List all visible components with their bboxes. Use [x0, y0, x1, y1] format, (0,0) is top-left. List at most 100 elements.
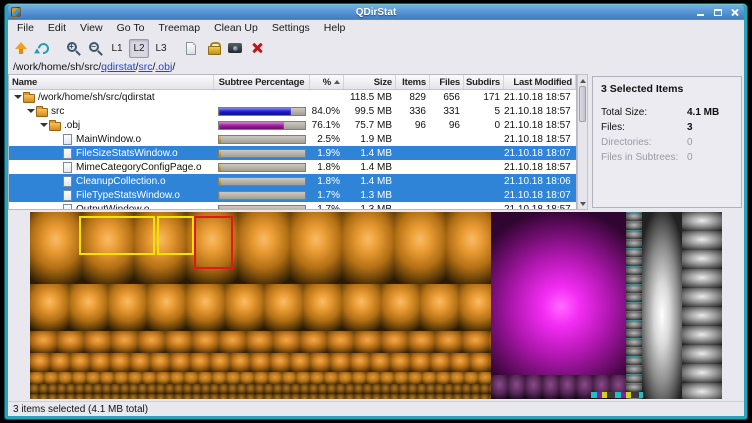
details-field-label: Directories:	[601, 137, 687, 148]
treemap-level-3-button[interactable]: L3	[151, 39, 171, 58]
breadcrumb-link[interactable]: .obj	[155, 61, 172, 73]
table-row[interactable]: OutputWindow.o 1.7% 1.3 MB 21.10.18 18:5…	[9, 202, 576, 209]
treemap-gray-region[interactable]	[626, 212, 722, 399]
column-header-label: Name	[12, 77, 37, 88]
node-icon	[23, 94, 35, 103]
column-header-percent[interactable]: %	[310, 75, 344, 89]
expand-arrow-icon[interactable]	[27, 107, 35, 115]
table-row[interactable]: FileTypeStatsWindow.o 1.7% 1.3 MB 21.10.…	[9, 188, 576, 202]
zoom-out-button[interactable]: −	[85, 39, 105, 58]
cell-modified: 21.10.18 18:06	[504, 176, 576, 187]
cell-items: 96	[396, 120, 430, 131]
delete-button[interactable]	[247, 39, 267, 58]
table-row[interactable]: FileSizeStatsWindow.o 1.9% 1.4 MB 21.10.…	[9, 146, 576, 160]
table-row[interactable]: /work/home/sh/src/qdirstat 118.5 MB 829 …	[9, 90, 576, 104]
menu-go-to[interactable]: Go To	[110, 21, 152, 36]
cell-modified: 21.10.18 18:57	[504, 120, 576, 131]
column-header-files[interactable]: Files	[430, 75, 464, 89]
lock-button[interactable]	[203, 39, 223, 58]
node-icon	[63, 190, 72, 201]
column-header-items[interactable]: Items	[396, 75, 430, 89]
go-up-button[interactable]	[11, 39, 31, 58]
cell-percent: 2.5%	[310, 134, 344, 145]
screenshot-button[interactable]	[225, 39, 245, 58]
column-header-subtree-percentage[interactable]: Subtree Percentage	[214, 75, 310, 89]
table-row[interactable]: .obj 76.1% 75.7 MB 96 96 0 21.10.18 18:5…	[9, 118, 576, 132]
menu-edit[interactable]: Edit	[41, 21, 73, 36]
table-row[interactable]: CleanupCollection.o 1.8% 1.4 MB 21.10.18…	[9, 174, 576, 188]
titlebar[interactable]: QDirStat	[8, 5, 744, 19]
scroll-up-button[interactable]	[578, 75, 587, 86]
delete-x-icon	[251, 42, 263, 54]
item-name: CleanupCollection.o	[76, 176, 166, 187]
menubar: FileEditViewGo ToTreemapClean UpSettings…	[8, 20, 744, 37]
treemap-misc-tiles	[591, 392, 643, 398]
cell-percent: 1.9%	[310, 148, 344, 159]
cell-subdirs: 5	[464, 106, 504, 117]
breadcrumb-link[interactable]: src	[138, 61, 152, 73]
cell-percent: 84.0%	[310, 106, 344, 117]
node-icon	[36, 108, 48, 117]
cell-size: 1.4 MB	[344, 148, 396, 159]
window-title: QDirStat	[8, 7, 744, 18]
column-header-last-modified[interactable]: Last Modified	[504, 75, 576, 89]
treemap-view[interactable]	[30, 212, 722, 399]
window-content: FileEditViewGo ToTreemapClean UpSettings…	[8, 20, 744, 416]
cell-size: 1.4 MB	[344, 176, 396, 187]
file-report-button[interactable]	[181, 39, 201, 58]
zoom-in-icon: +	[67, 42, 80, 55]
statusbar: 3 items selected (4.1 MB total)	[8, 401, 744, 416]
cell-size: 118.5 MB	[344, 92, 396, 103]
breadcrumb-link[interactable]: qdirstat	[101, 61, 135, 73]
table-row[interactable]: src 84.0% 99.5 MB 336 331 5 21.10.18 18:…	[9, 104, 576, 118]
node-icon	[63, 162, 72, 173]
treemap-level-1-button[interactable]: L1	[107, 39, 127, 58]
details-field-label: Total Size:	[601, 107, 687, 118]
cell-modified: 21.10.18 18:07	[504, 148, 576, 159]
menu-file[interactable]: File	[10, 21, 41, 36]
breadcrumb-text: /work/home/sh/src/	[13, 61, 101, 73]
item-name: MimeCategoryConfigPage.o	[76, 162, 202, 173]
cell-size: 1.3 MB	[344, 190, 396, 201]
refresh-button[interactable]	[33, 39, 53, 58]
column-header-label: Items	[402, 77, 426, 88]
menu-view[interactable]: View	[73, 21, 110, 36]
details-field-label: Files in Subtrees:	[601, 152, 687, 163]
menu-help[interactable]: Help	[317, 21, 353, 36]
cell-modified: 21.10.18 18:07	[504, 190, 576, 201]
details-title: 3 Selected Items	[601, 83, 733, 95]
details-panel: 3 Selected Items Total Size:4.1 MBFiles:…	[592, 76, 742, 208]
zoom-out-icon: −	[89, 42, 102, 55]
vertical-scrollbar[interactable]	[577, 74, 588, 210]
toolbar: + − L1 L2 L3	[8, 37, 744, 59]
scrollbar-thumb[interactable]	[579, 86, 586, 122]
column-header-size[interactable]: Size	[344, 75, 396, 89]
cell-files: 96	[430, 120, 464, 131]
cell-modified: 21.10.18 18:57	[504, 134, 576, 145]
menu-settings[interactable]: Settings	[265, 21, 317, 36]
node-icon	[63, 134, 72, 145]
item-name: /work/home/sh/src/qdirstat	[38, 92, 155, 103]
treemap-magenta-region[interactable]	[491, 212, 626, 399]
minimize-button[interactable]	[694, 6, 707, 18]
close-button[interactable]	[728, 6, 741, 18]
table-row[interactable]: MimeCategoryConfigPage.o 1.8% 1.4 MB 21.…	[9, 160, 576, 174]
table-row[interactable]: MainWindow.o 2.5% 1.9 MB 21.10.18 18:57	[9, 132, 576, 146]
column-header-subdirs[interactable]: Subdirs	[464, 75, 504, 89]
expand-arrow-icon[interactable]	[40, 121, 48, 129]
sort-indicator-icon	[334, 80, 340, 84]
breadcrumb-text: /	[172, 61, 175, 73]
cell-size: 1.9 MB	[344, 134, 396, 145]
scroll-up-icon	[580, 79, 586, 83]
menu-treemap[interactable]: Treemap	[151, 21, 207, 36]
details-field-value: 0	[687, 137, 733, 148]
scroll-down-button[interactable]	[578, 198, 587, 209]
cell-files: 331	[430, 106, 464, 117]
treemap-level-2-button[interactable]: L2	[129, 39, 149, 58]
treemap-orange-region[interactable]	[30, 212, 491, 399]
zoom-in-button[interactable]: +	[63, 39, 83, 58]
column-header-name[interactable]: Name	[9, 75, 214, 89]
expand-arrow-icon[interactable]	[14, 93, 22, 101]
maximize-button[interactable]	[711, 6, 724, 18]
menu-clean-up[interactable]: Clean Up	[207, 21, 265, 36]
